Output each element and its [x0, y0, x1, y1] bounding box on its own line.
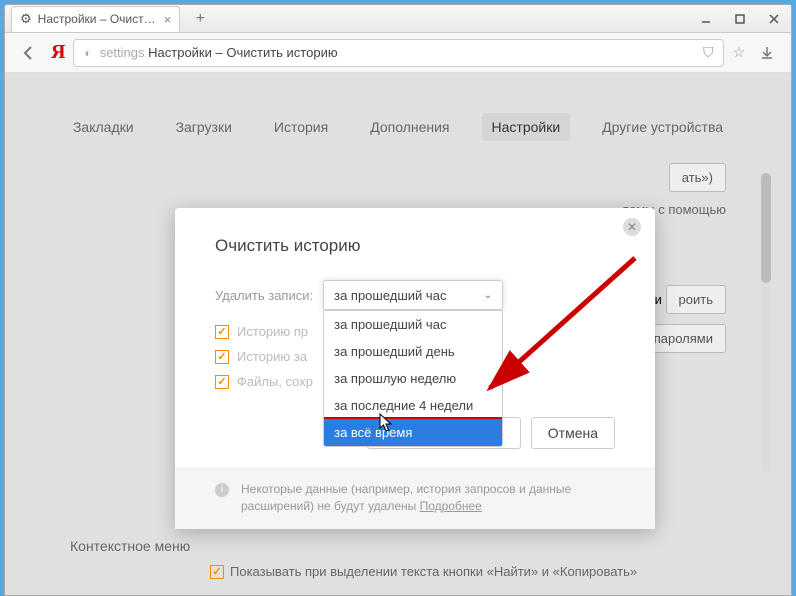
- nav-settings[interactable]: Настройки: [482, 113, 571, 141]
- nav-history[interactable]: История: [264, 113, 338, 141]
- delete-records-label: Удалить записи:: [215, 288, 313, 303]
- chevron-down-icon: ⌄: [484, 290, 492, 301]
- select-value: за прошедший час: [334, 288, 446, 303]
- shield-icon[interactable]: ⛉: [703, 44, 714, 61]
- new-tab-button[interactable]: +: [188, 8, 212, 30]
- more-link[interactable]: Подробнее: [420, 499, 482, 513]
- browser-window: ⚙ Настройки – Очистить и × + Я ◐ setting…: [4, 4, 792, 596]
- gear-icon: ⚙: [20, 11, 32, 27]
- window-controls: [689, 8, 791, 30]
- tab-title: Настройки – Очистить и: [38, 12, 158, 26]
- option-4weeks[interactable]: за последние 4 недели: [324, 392, 502, 419]
- dialog-close-button[interactable]: ✕: [623, 218, 641, 236]
- cancel-button[interactable]: Отмена: [531, 417, 615, 449]
- check-cache[interactable]: [215, 375, 229, 389]
- settings-topnav: Закладки Загрузки История Дополнения Нас…: [5, 103, 791, 151]
- bg-button-2[interactable]: роить: [666, 285, 726, 314]
- context-menu-title: Контекстное меню: [70, 538, 726, 554]
- minimize-button[interactable]: [689, 8, 723, 30]
- option-week[interactable]: за прошлую неделю: [324, 365, 502, 392]
- check-history[interactable]: [215, 325, 229, 339]
- page-icon: ◐: [84, 46, 91, 60]
- bookmark-icon[interactable]: ☆: [732, 44, 745, 61]
- titlebar: ⚙ Настройки – Очистить и × +: [5, 5, 791, 33]
- close-tab-icon[interactable]: ×: [164, 12, 172, 27]
- nav-other-devices[interactable]: Другие устройства: [592, 113, 733, 141]
- context-checkbox[interactable]: [210, 565, 224, 579]
- maximize-button[interactable]: [723, 8, 757, 30]
- check-history-label: Историю пр: [237, 324, 308, 339]
- yandex-logo[interactable]: Я: [51, 41, 65, 64]
- nav-downloads[interactable]: Загрузки: [166, 113, 242, 141]
- dialog-title: Очистить историю: [215, 236, 615, 256]
- download-icon[interactable]: [753, 39, 781, 67]
- info-icon: i: [215, 483, 229, 497]
- close-window-button[interactable]: [757, 8, 791, 30]
- clear-history-dialog: ✕ Очистить историю Удалить записи: за пр…: [175, 208, 655, 529]
- nav-addons[interactable]: Дополнения: [360, 113, 459, 141]
- option-day[interactable]: за прошедший день: [324, 338, 502, 365]
- option-hour[interactable]: за прошедший час: [324, 311, 502, 338]
- time-range-select[interactable]: за прошедший час ⌄: [323, 280, 503, 310]
- bg-button-1[interactable]: ать»): [669, 163, 726, 192]
- time-range-dropdown: за прошедший час за прошедший день за пр…: [323, 310, 503, 447]
- context-menu-section: Контекстное меню Показывать при выделени…: [70, 538, 726, 587]
- back-button[interactable]: [15, 39, 43, 67]
- browser-tab[interactable]: ⚙ Настройки – Очистить и ×: [11, 6, 180, 32]
- check-cache-label: Файлы, сохр: [237, 374, 313, 389]
- address-text: settings Настройки – Очистить историю: [100, 45, 338, 60]
- option-alltime[interactable]: за всё время: [323, 417, 503, 447]
- check-downloads[interactable]: [215, 350, 229, 364]
- footer-text: Некоторые данные (например, история запр…: [241, 481, 615, 515]
- context-checkbox-label: Показывать при выделении текста кнопки «…: [230, 564, 637, 579]
- nav-bookmarks[interactable]: Закладки: [63, 113, 144, 141]
- content-area: Закладки Загрузки История Дополнения Нас…: [5, 73, 791, 595]
- toolbar: Я ◐ settings Настройки – Очистить истори…: [5, 33, 791, 73]
- address-bar[interactable]: ◐ settings Настройки – Очистить историю …: [73, 39, 724, 67]
- check-downloads-label: Историю за: [237, 349, 307, 364]
